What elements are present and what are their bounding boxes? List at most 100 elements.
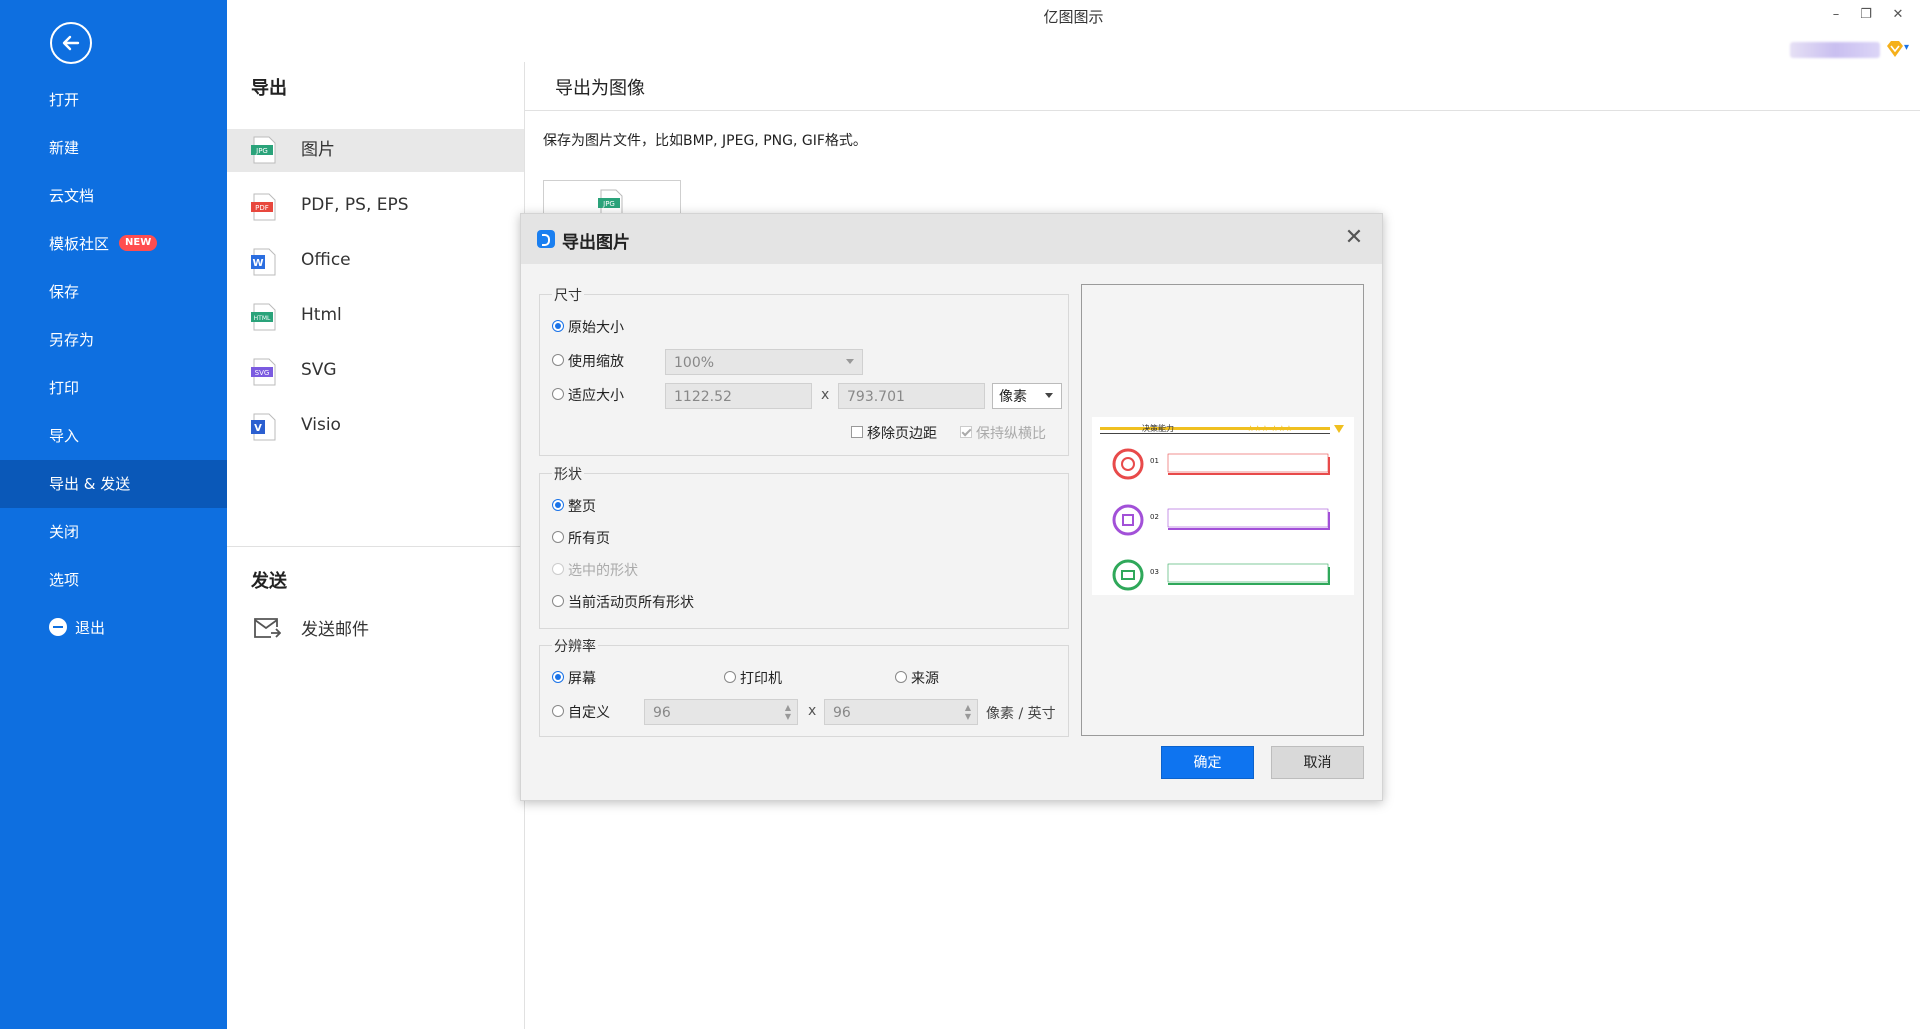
back-button[interactable] [50,22,92,64]
preview-item-2: 02 [1150,513,1159,521]
sidebar-item-label: 新建 [49,139,80,157]
radio-label: 使用缩放 [568,354,624,370]
radio-circle [552,595,564,607]
radio-label: 整页 [568,499,596,515]
dialog-close-button[interactable]: ✕ [1340,224,1368,252]
checkbox-keep-ratio[interactable]: 保持纵横比 [960,423,1046,443]
svg-text:W: W [252,258,263,269]
checkbox-label: 保持纵横比 [976,426,1046,442]
radio-custom[interactable]: 自定义 [552,702,610,722]
preview-diagram: 决策能力 ★★★ ★★★ 01 02 03 [1100,423,1344,591]
scale-select[interactable]: 100% [665,349,863,375]
dpi-x-input[interactable]: 96 ▲ ▼ [644,699,798,725]
radio-screen[interactable]: 屏幕 [552,668,596,688]
word-file-icon: W [251,248,276,276]
sidebar-item-cloud[interactable]: 云文档 [0,172,227,220]
radio-source[interactable]: 来源 [895,668,939,688]
size-legend: 尺寸 [552,285,584,305]
account-dropdown-icon[interactable]: ▾ [1904,42,1909,53]
dpi-y-input[interactable]: 96 ▲ ▼ [824,699,978,725]
content-header: 导出为图像 [525,62,1920,111]
radio-fit-size[interactable]: 适应大小 [552,385,624,405]
radio-whole-page[interactable]: 整页 [552,496,596,516]
html-file-icon: HTML [251,303,276,331]
resolution-group: 分辨率 屏幕 打印机 来源 自定义 96 ▲ ▼ x 96 ▲ ▼ 像素 / 英寸 [539,636,1069,737]
dpi-x-value: 96 [653,705,671,721]
export-item-office[interactable]: W Office [227,239,524,294]
sidebar-menu: 打开 新建 云文档 模板社区 NEW 保存 另存为 打印 导入 导出 & 发送 关… [0,76,227,652]
mail-send-icon [254,618,281,638]
content-description: 保存为图片文件，比如BMP, JPEG, PNG, GIF格式。 [543,133,867,149]
minimize-button[interactable]: – [1822,4,1850,26]
radio-circle [895,671,907,683]
spinner-arrows-icon[interactable]: ▲ ▼ [785,703,791,721]
send-email-item[interactable]: 发送邮件 [227,607,524,647]
svg-text:JPG: JPG [255,147,268,155]
radio-current-page-shapes[interactable]: 当前活动页所有形状 [552,592,694,612]
export-item-label: Html [301,305,342,325]
sidebar-item-label: 模板社区 [49,235,110,253]
radio-label: 来源 [911,671,939,687]
sidebar-item-label: 导出 & 发送 [49,475,131,493]
radio-use-scale[interactable]: 使用缩放 [552,351,624,371]
radio-circle [552,320,564,332]
sidebar-item-save-as[interactable]: 另存为 [0,316,227,364]
sidebar-item-new[interactable]: 新建 [0,124,227,172]
sidebar-item-close[interactable]: 关闭 [0,508,227,556]
radio-label: 打印机 [740,671,782,687]
radio-printer[interactable]: 打印机 [724,668,782,688]
svg-text:★★★ ★★★: ★★★ ★★★ [1247,424,1293,433]
sidebar-item-save[interactable]: 保存 [0,268,227,316]
jpg-file-icon: JPG [251,136,276,164]
radio-label: 所有页 [568,531,610,547]
user-name-blurred [1790,42,1880,58]
export-section-title: 导出 [251,78,287,99]
export-item-svg[interactable]: SVG SVG [227,349,524,404]
sidebar-item-exit[interactable]: 退出 [0,604,227,652]
export-item-label: SVG [301,360,337,380]
sidebar-item-templates[interactable]: 模板社区 NEW [0,220,227,268]
radio-label: 原始大小 [568,320,624,336]
spinner-arrows-icon[interactable]: ▲ ▼ [965,703,971,721]
vip-diamond-icon [1887,41,1903,57]
export-item-visio[interactable]: V Visio [227,404,524,459]
unit-select[interactable]: 像素 [992,383,1062,409]
radio-circle [724,671,736,683]
sidebar-item-label: 打开 [49,91,80,109]
preview-page: 决策能力 ★★★ ★★★ 01 02 03 [1092,417,1354,595]
app-logo-icon [537,230,555,248]
svg-text:PDF: PDF [255,204,269,212]
export-item-pdf[interactable]: PDF PDF, PS, EPS [227,184,524,239]
checkbox-remove-margin[interactable]: 移除页边距 [851,423,937,443]
shape-group: 形状 整页 所有页 选中的形状 当前活动页所有形状 [539,464,1069,629]
width-input[interactable]: 1122.52 [665,383,812,409]
radio-original-size[interactable]: 原始大小 [552,317,624,337]
radio-selected-shapes: 选中的形状 [552,560,638,580]
title-bar: 亿图图示 – ❐ ✕ [227,0,1920,32]
export-item-html[interactable]: HTML Html [227,294,524,349]
unit-value: 像素 [999,389,1027,405]
export-image-dialog: 导出图片 ✕ 尺寸 原始大小 使用缩放 100% 适应大小 1122.52 x … [520,213,1383,801]
ok-button[interactable]: 确定 [1161,746,1254,779]
size-group: 尺寸 原始大小 使用缩放 100% 适应大小 1122.52 x 793.701… [539,285,1069,456]
close-window-button[interactable]: ✕ [1884,4,1912,26]
export-item-image[interactable]: JPG 图片 [227,129,524,172]
sidebar-item-open[interactable]: 打开 [0,76,227,124]
radio-circle [552,563,564,575]
sidebar-item-label: 云文档 [49,187,95,205]
restore-button[interactable]: ❐ [1852,4,1880,26]
sidebar-item-import[interactable]: 导入 [0,412,227,460]
sidebar-item-print[interactable]: 打印 [0,364,227,412]
dpi-y-value: 96 [833,705,851,721]
preview-item-1: 01 [1150,457,1159,465]
cancel-button[interactable]: 取消 [1271,746,1364,779]
dialog-header: 导出图片 ✕ [521,214,1382,264]
export-item-label: Office [301,250,351,270]
radio-all-pages[interactable]: 所有页 [552,528,610,548]
svg-text:V: V [254,423,262,434]
preview-item-3: 03 [1150,568,1159,576]
sidebar-item-options[interactable]: 选项 [0,556,227,604]
user-account[interactable]: ▾ [1790,36,1910,62]
height-input[interactable]: 793.701 [838,383,985,409]
sidebar-item-export-send[interactable]: 导出 & 发送 [0,460,227,508]
